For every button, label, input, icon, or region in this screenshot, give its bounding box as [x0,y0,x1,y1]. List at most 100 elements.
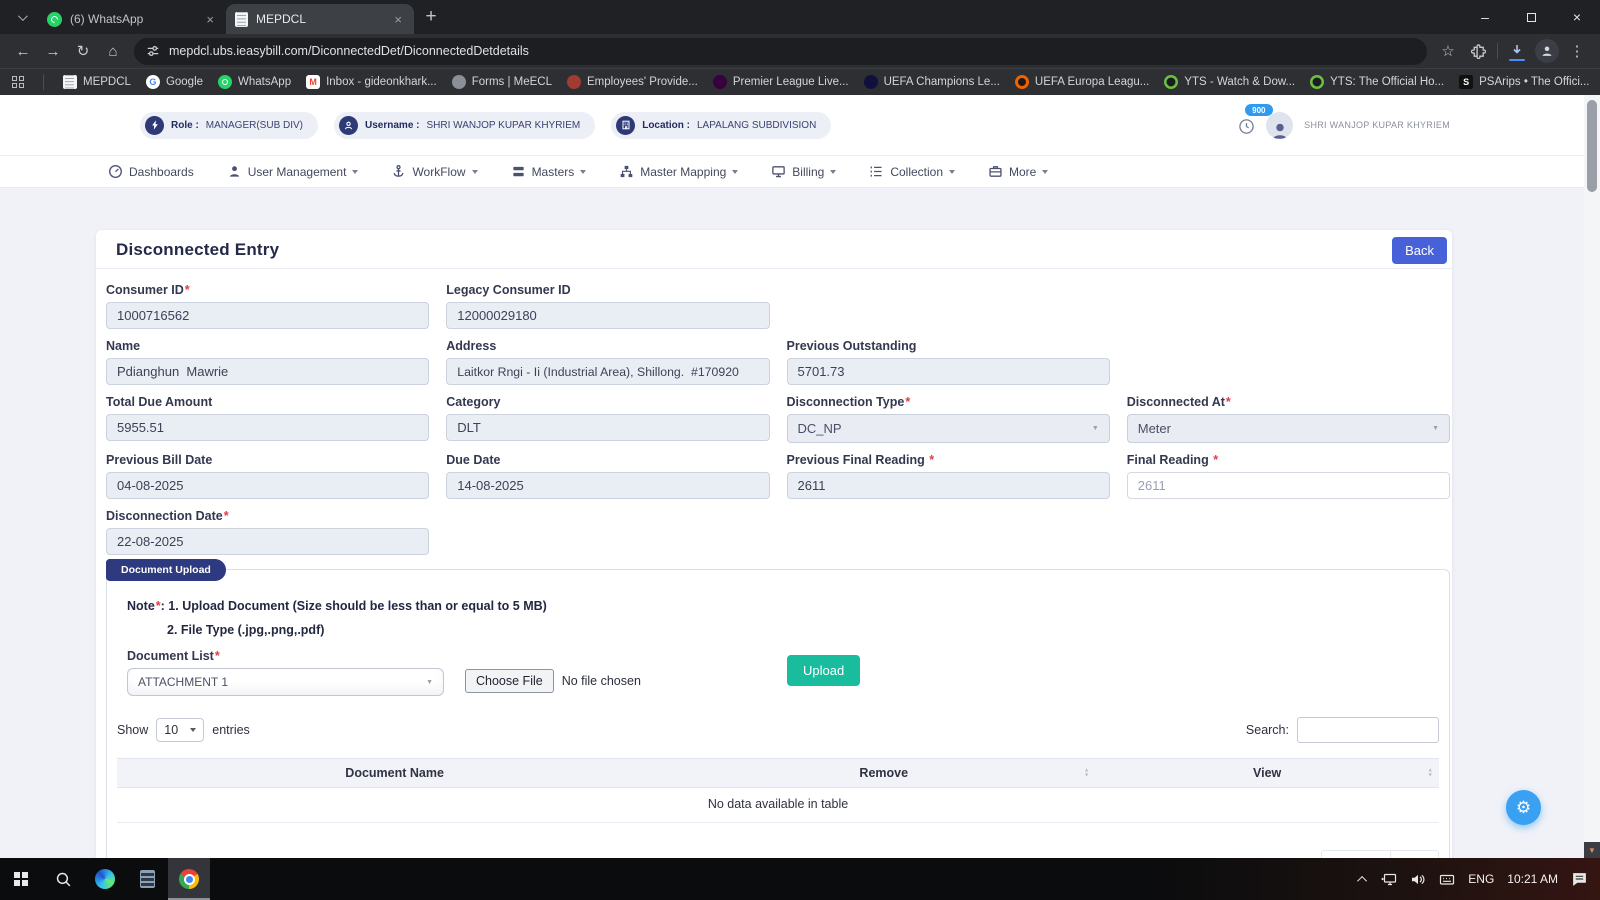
close-button[interactable]: × [1554,0,1600,34]
bookmark-mepdcl[interactable]: MEPDCL [63,75,131,89]
gear-icon: ⚙ [1515,797,1532,817]
field-disconnection-type: Disconnection Type* DC_NP ▼ [786,395,1110,443]
bookmark-star-icon[interactable]: ☆ [1433,37,1463,65]
category-input[interactable] [446,414,770,441]
windows-logo-icon [13,871,29,887]
forms-favicon-icon [451,75,466,89]
page-size-select[interactable]: 10 [156,718,205,742]
final-reading-input[interactable] [1126,472,1450,499]
maximize-button[interactable] [1508,0,1554,34]
nav-more[interactable]: More [988,164,1049,179]
bookmark-uefa-cl[interactable]: UEFA Champions Le... [863,75,1000,89]
taskbar-edge-button[interactable] [84,858,126,900]
disconnection-date-input[interactable] [106,528,430,555]
back-button[interactable]: Back [1392,236,1447,264]
bookmark-inbox[interactable]: M Inbox - gideonkhark... [306,75,437,89]
notifications-button[interactable]: 900 [1238,104,1273,140]
network-icon[interactable] [1380,872,1397,887]
downloads-button[interactable] [1502,37,1532,65]
bookmark-label: UEFA Champions Le... [883,76,1000,88]
taskbar-chrome-button[interactable] [168,858,210,900]
scrollbar-thumb[interactable] [1587,100,1597,192]
bookmark-psarips[interactable]: S PSArips • The Offici... [1459,75,1589,89]
show-label: Show [117,723,149,737]
column-remove[interactable]: Remove ▲ ▼ [672,766,1095,780]
address-input[interactable] [446,358,770,385]
bookmark-premier-league[interactable]: Premier League Live... [712,75,849,89]
field-consumer-id: Consumer ID* [106,283,430,329]
taskbar-search-button[interactable] [42,858,84,900]
menu-kebab-button[interactable]: ⋮ [1562,37,1592,65]
back-button[interactable]: ← [8,37,38,65]
column-document-name[interactable]: Document Name [117,766,672,780]
bookmark-yts-watch[interactable]: YTS - Watch & Dow... [1164,75,1295,89]
empty-table-message: No data available in table [117,788,1439,823]
name-input[interactable] [106,358,430,385]
card-header: Disconnected Entry Back [96,230,1452,269]
legacy-consumer-id-input[interactable] [446,302,770,329]
previous-bill-date-input[interactable] [106,472,430,499]
taskbar-clock[interactable]: 10:21 AM [1507,872,1558,886]
column-view[interactable]: View ▲ ▼ [1095,766,1439,780]
address-bar[interactable]: mepdcl.ubs.ieasybill.com/DiconnectedDet/… [134,37,1427,65]
profile-avatar[interactable] [1266,111,1294,139]
nav-dashboards[interactable]: Dashboards [108,164,194,179]
settings-fab-button[interactable]: ⚙ [1506,790,1541,825]
total-due-amount-input[interactable] [106,414,430,441]
search-input[interactable] [1297,717,1439,743]
bookmark-google[interactable]: G Google [145,75,203,89]
forward-button[interactable]: → [38,37,68,65]
new-tab-button[interactable]: + [418,4,444,30]
tab-search-button[interactable] [8,4,34,30]
minimize-button[interactable]: – [1462,0,1508,34]
tab-close-icon[interactable]: × [391,12,405,27]
bookmark-favicon-icon [63,75,77,89]
home-button[interactable]: ⌂ [98,37,128,65]
reload-button[interactable]: ↻ [68,37,98,65]
previous-final-reading-input[interactable] [786,472,1110,499]
language-indicator[interactable]: ENG [1468,872,1494,886]
consumer-id-input[interactable] [106,302,430,329]
previous-outstanding-input[interactable] [786,358,1110,385]
nav-masters[interactable]: Masters [511,164,587,179]
whatsapp-favicon-icon [218,75,233,89]
field-label: Disconnection Type* [786,395,911,409]
taskbar-calculator-button[interactable] [126,858,168,900]
touch-keyboard-icon[interactable] [1439,872,1455,887]
site-settings-icon[interactable] [146,44,160,58]
scroll-down-button[interactable]: ▼ [1584,842,1600,858]
document-list-select[interactable]: ATTACHMENT 1 ▼ [127,668,444,696]
action-center-icon[interactable] [1571,871,1588,887]
start-button[interactable] [0,858,42,900]
bookmark-yts-official[interactable]: YTS: The Official Ho... [1310,75,1444,89]
bookmark-epf[interactable]: Employees' Provide... [567,75,698,89]
bookmark-whatsapp[interactable]: WhatsApp [218,75,291,89]
tab-whatsapp[interactable]: (6) WhatsApp × [38,4,226,34]
nav-billing[interactable]: Billing [771,164,837,179]
pagination: Previous Next [1320,850,1439,858]
nav-master-mapping[interactable]: Master Mapping [619,164,739,179]
bookmark-forms[interactable]: Forms | MeECL [451,75,552,89]
upload-button[interactable]: Upload [787,655,861,686]
volume-icon[interactable] [1410,872,1426,887]
next-page-button[interactable]: Next [1390,851,1438,858]
tray-expand-icon[interactable] [1357,875,1368,886]
field-document-list: Document List* ATTACHMENT 1 ▼ [127,649,444,696]
nav-user-management[interactable]: User Management [227,164,359,179]
disconnected-at-select[interactable]: Meter ▼ [1126,414,1450,443]
role-badge: Role : MANAGER(SUB DIV) [140,111,319,139]
file-input[interactable]: Choose File No file chosen [465,669,641,693]
tab-close-icon[interactable]: × [203,12,217,27]
extensions-icon[interactable] [1463,37,1493,65]
disconnection-type-select[interactable]: DC_NP ▼ [786,414,1110,443]
previous-page-button[interactable]: Previous [1321,851,1391,858]
due-date-input[interactable] [446,472,770,499]
tab-mepdcl[interactable]: MEPDCL × [226,4,414,34]
vertical-scrollbar[interactable]: ▼ [1584,95,1600,858]
nav-workflow[interactable]: WorkFlow [391,164,478,179]
nav-collection[interactable]: Collection [869,164,956,179]
profile-button[interactable] [1532,37,1562,65]
choose-file-button[interactable]: Choose File [465,669,554,693]
bookmark-uefa-el[interactable]: UEFA Europa Leagu... [1014,75,1149,89]
apps-grid-icon[interactable] [12,76,24,88]
